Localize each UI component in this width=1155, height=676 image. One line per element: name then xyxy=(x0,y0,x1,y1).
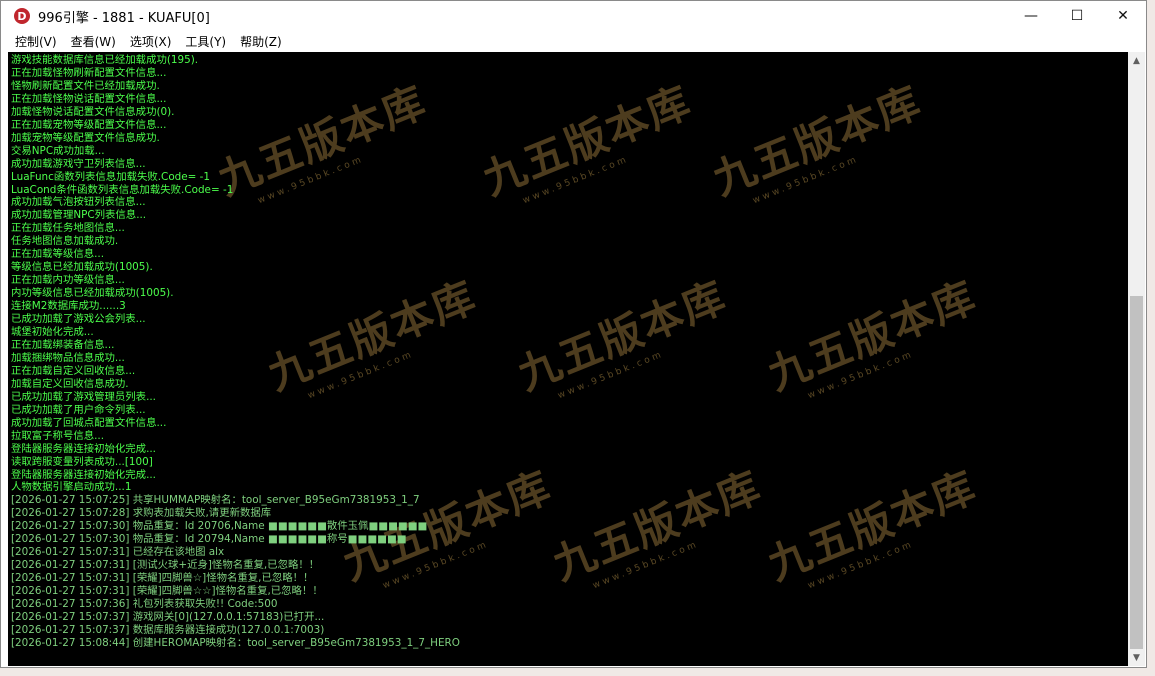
log-line: 加载自定义回收信息成功. xyxy=(11,377,129,390)
log-line: 正在加载任务地图信息... xyxy=(11,222,125,235)
log-console[interactable]: 九五版本库 www.95bbk.com 九五版本库 www.95bbk.com 九五… xyxy=(8,52,1128,666)
menu-help[interactable]: 帮助(Z) xyxy=(240,33,282,50)
log-line: 读取跨服变量列表成功...[100] xyxy=(11,455,153,468)
menu-options[interactable]: 选项(X) xyxy=(130,33,172,50)
log-line: [2026-01-27 15:07:31] 已经存在该地图 alx xyxy=(11,546,225,559)
log-line: 交易NPC成功加载... xyxy=(11,144,105,157)
log-line: LuaFunc函数列表信息加载失败.Code= -1 xyxy=(11,170,211,183)
log-line: 正在加载绑装备信息... xyxy=(11,338,115,351)
log-line: 加载宠物等级配置文件信息成功. xyxy=(11,131,160,144)
log-line: 成功加载了回城点配置文件信息... xyxy=(11,416,167,429)
watermark-logo: 九五版本库 www.95bbk.com xyxy=(511,271,734,402)
log-line: 已成功加载了用户命令列表... xyxy=(11,403,146,416)
log-line: [2026-01-27 15:07:25] 共享HUMMAP映射名：tool_s… xyxy=(11,494,420,507)
log-line: [2026-01-27 15:08:44] 创建HEROMAP映射名：tool_… xyxy=(11,636,460,649)
log-line: 加载怪物说话配置文件信息成功(0). xyxy=(11,105,175,118)
log-line: 城堡初始化完成... xyxy=(11,326,94,339)
log-line: [2026-01-27 15:07:31] [测试火球+近身]怪物名重复,已忽略… xyxy=(11,559,320,572)
menu-tools[interactable]: 工具(Y) xyxy=(185,33,226,50)
log-line: [2026-01-27 15:07:36] 礼包列表获取失败!! Code:50… xyxy=(11,598,278,611)
log-line: [2026-01-27 15:07:31] [荣耀]四脚兽☆☆]怪物名重复,已忽… xyxy=(11,585,323,598)
log-line: [2026-01-27 15:07:37] 游戏网关[0](127.0.0.1:… xyxy=(11,610,325,623)
log-line: 成功加载管理NPC列表信息... xyxy=(11,209,147,222)
log-line: 正在加载内功等级信息... xyxy=(11,274,125,287)
log-line: [2026-01-27 15:07:30] 物品重复：Id 20706,Name… xyxy=(11,520,428,533)
log-line: LuaCond条件函数列表信息加载失败.Code= -1 xyxy=(11,183,234,196)
close-button[interactable]: ✕ xyxy=(1100,1,1146,31)
log-line: [2026-01-27 15:07:31] [荣耀]四脚兽☆]怪物名重复,已忽略… xyxy=(11,572,314,585)
log-list: 游戏技能数据库信息已经加载成功(195). 正在加载怪物刷新配置文件信息... 怪物… xyxy=(11,54,460,650)
log-line: 已成功加载了游戏公会列表... xyxy=(11,313,146,326)
watermark-logo: 九五版本库 www.95bbk.com xyxy=(706,76,929,207)
log-line: 等级信息已经加载成功(1005). xyxy=(11,261,153,274)
log-line: [2026-01-27 15:07:30] 物品重复：Id 20794,Name… xyxy=(11,533,407,546)
log-line: 登陆器服务器连接初始化完成... xyxy=(11,468,156,481)
menu-bar: 控制(V) 查看(W) 选项(X) 工具(Y) 帮助(Z) xyxy=(1,31,1146,51)
watermark-logo: 九五版本库 www.95bbk.com xyxy=(546,461,769,592)
log-line: [2026-01-27 15:07:37] 数据库服务器连接成功(127.0.0… xyxy=(11,623,325,636)
watermark-logo: 九五版本库 www.95bbk.com xyxy=(761,271,984,402)
vertical-scrollbar[interactable]: ▲ ▼ xyxy=(1128,52,1145,666)
window-title: 996引擎 - 1881 - KUAFU[0] xyxy=(38,10,210,26)
minimize-button[interactable]: — xyxy=(1008,1,1054,31)
log-line: [2026-01-27 15:07:28] 求购表加载失败,请更新数据库 xyxy=(11,507,272,520)
log-line: 拉取富子称号信息... xyxy=(11,429,105,442)
log-line: 正在加载怪物说话配置文件信息... xyxy=(11,92,167,105)
log-line: 怪物刷新配置文件已经加载成功. xyxy=(11,79,160,92)
watermark-logo: 九五版本库 www.95bbk.com xyxy=(761,461,984,592)
log-line: 登陆器服务器连接初始化完成... xyxy=(11,442,156,455)
log-line: 人物数据引擎启动成功...1 xyxy=(11,481,132,494)
log-line: 游戏技能数据库信息已经加载成功(195). xyxy=(11,54,199,66)
title-bar[interactable]: D 996引擎 - 1881 - KUAFU[0] — ☐ ✕ xyxy=(1,1,1146,31)
log-line: 任务地图信息加载成功. xyxy=(11,235,119,248)
maximize-button[interactable]: ☐ xyxy=(1054,1,1100,31)
scroll-thumb[interactable] xyxy=(1130,296,1143,649)
window-controls: — ☐ ✕ xyxy=(1008,1,1146,31)
log-line: 连接M2数据库成功......3 xyxy=(11,300,126,313)
scroll-up-icon[interactable]: ▲ xyxy=(1128,52,1145,69)
log-line: 加载捆绑物品信息成功... xyxy=(11,351,125,364)
log-line: 成功加载气泡按钮列表信息... xyxy=(11,196,146,209)
log-line: 正在加载自定义回收信息... xyxy=(11,364,136,377)
menu-control[interactable]: 控制(V) xyxy=(15,33,57,50)
log-line: 正在加载怪物刷新配置文件信息... xyxy=(11,66,167,79)
log-line: 已成功加载了游戏管理员列表... xyxy=(11,390,156,403)
app-icon[interactable]: D xyxy=(14,8,30,24)
log-line: 成功加载游戏守卫列表信息... xyxy=(11,157,146,170)
log-line: 正在加载宠物等级配置文件信息... xyxy=(11,118,167,131)
log-line: 正在加载等级信息... xyxy=(11,248,105,261)
watermark-logo: 九五版本库 www.95bbk.com xyxy=(476,76,699,207)
log-line: 内功等级信息已经加载成功(1005). xyxy=(11,287,174,300)
menu-view[interactable]: 查看(W) xyxy=(71,33,116,50)
scroll-down-icon[interactable]: ▼ xyxy=(1128,649,1145,666)
